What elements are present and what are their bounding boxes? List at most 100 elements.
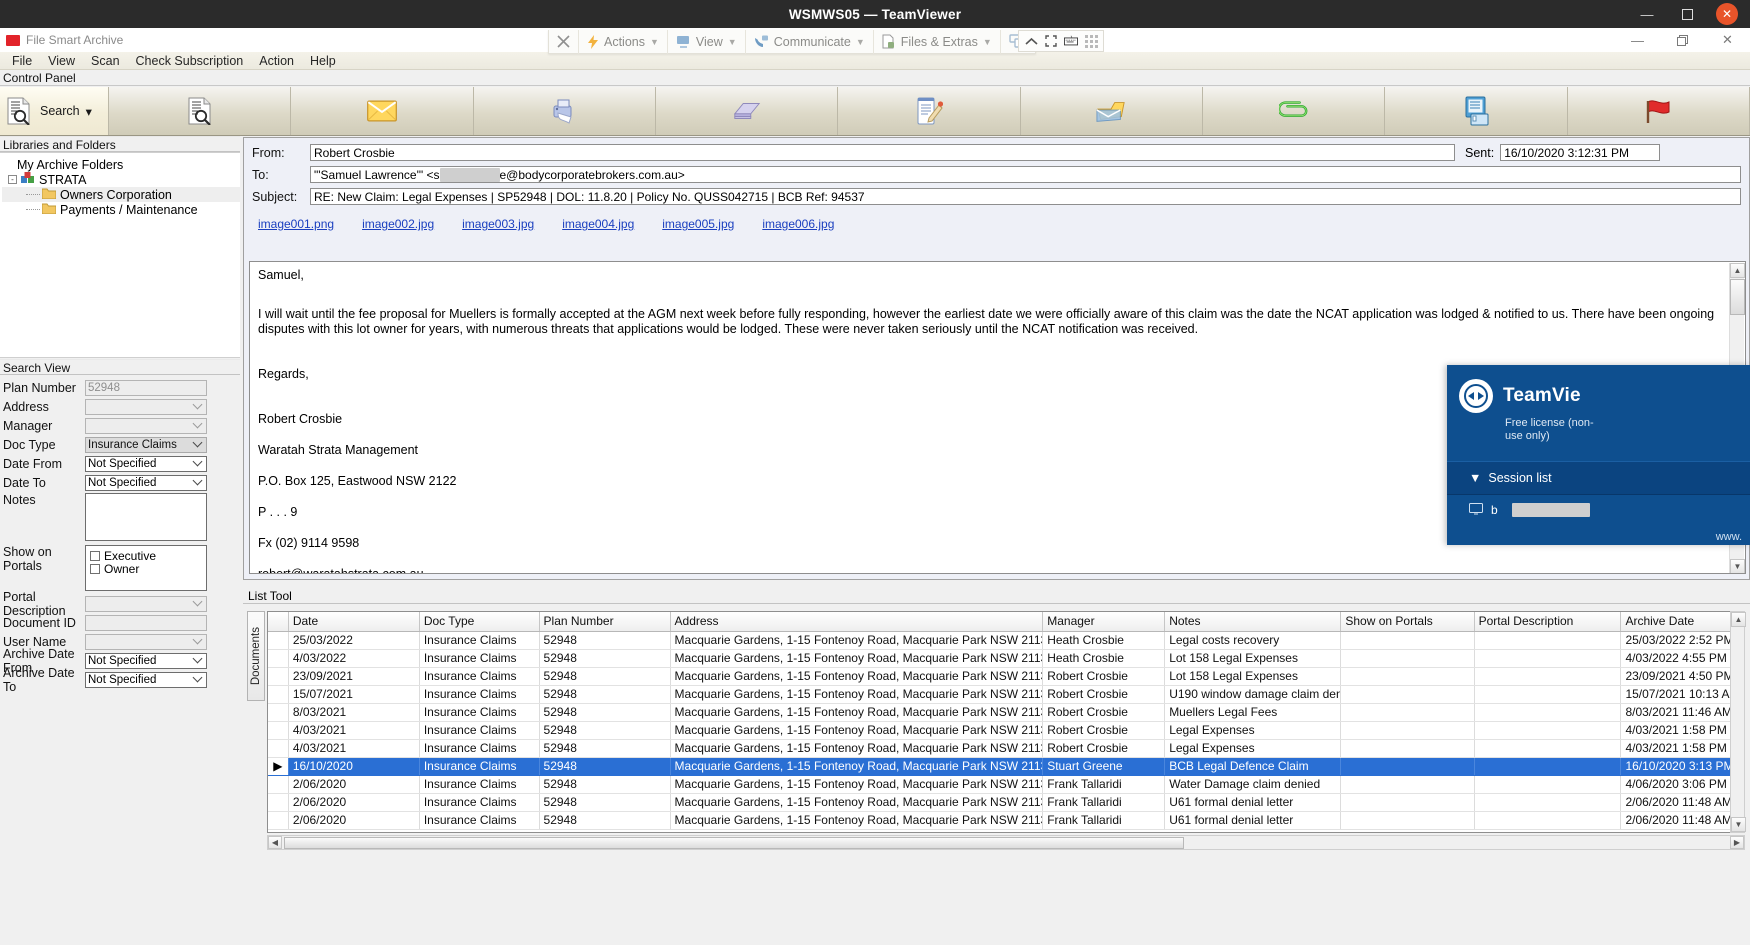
- table-row[interactable]: 8/03/2021 Insurance Claims 52948 Macquarie …: [268, 703, 1744, 722]
- attachment-link[interactable]: image003.jpg: [462, 217, 534, 231]
- checkbox-executive[interactable]: Executive: [90, 549, 206, 563]
- attachment-link[interactable]: image006.jpg: [762, 217, 834, 231]
- tv-files-extras-menu[interactable]: Files & Extras ▼: [874, 29, 1001, 54]
- email-to-field[interactable]: "'Samuel Lawrence'" <sxxxxxxxxxxe@bodyco…: [310, 166, 1741, 183]
- tv-communicate-menu[interactable]: Communicate ▼: [746, 29, 874, 54]
- col-date[interactable]: Date: [288, 612, 420, 632]
- checkbox-icon[interactable]: [90, 550, 100, 561]
- attachment-link[interactable]: image002.jpg: [362, 217, 434, 231]
- menu-help[interactable]: Help: [302, 52, 344, 70]
- date-to-select[interactable]: Not Specified: [85, 475, 207, 491]
- doc-search-button[interactable]: [109, 87, 292, 135]
- user-name-select[interactable]: [85, 634, 207, 650]
- scroll-right-button[interactable]: ▶: [1730, 836, 1744, 849]
- email-from-field[interactable]: Robert Crosbie: [310, 144, 1455, 161]
- manager-select[interactable]: [85, 418, 207, 434]
- address-select[interactable]: [85, 399, 207, 415]
- archive-date-from-select[interactable]: Not Specified: [85, 653, 207, 669]
- notes-textarea[interactable]: [85, 493, 207, 541]
- save-register-button[interactable]: [1385, 87, 1568, 135]
- col-marker[interactable]: [268, 612, 289, 632]
- edit-note-button[interactable]: [838, 87, 1021, 135]
- col-manager[interactable]: Manager: [1042, 612, 1166, 632]
- attachment-link[interactable]: image004.jpg: [562, 217, 634, 231]
- table-row[interactable]: ▶ 16/10/2020 Insurance Claims 52948 Macquari…: [268, 757, 1744, 776]
- scroll-down-button[interactable]: ▼: [1730, 559, 1745, 573]
- tv-actions-menu[interactable]: Actions ▼: [579, 29, 668, 54]
- scroll-thumb[interactable]: [284, 837, 1184, 849]
- table-row[interactable]: 2/06/2020 Insurance Claims 52948 Macquarie …: [268, 793, 1744, 812]
- documents-grid[interactable]: Date Doc Type Plan Number Address Manage…: [267, 611, 1745, 833]
- chevron-down-icon[interactable]: ▾: [86, 104, 92, 119]
- checkbox-owner[interactable]: Owner: [90, 562, 206, 576]
- portal-description-select[interactable]: [85, 596, 207, 612]
- archive-date-to-select[interactable]: Not Specified: [85, 672, 207, 688]
- date-from-select[interactable]: Not Specified: [85, 456, 207, 472]
- scan-button[interactable]: [655, 87, 839, 135]
- col-address[interactable]: Address: [670, 612, 1044, 632]
- scroll-up-button[interactable]: ▲: [1731, 612, 1746, 627]
- col-archive-date[interactable]: Archive Date: [1620, 612, 1744, 632]
- tv-maximize-button[interactable]: [1668, 0, 1706, 28]
- portals-checklist[interactable]: Executive Owner: [85, 545, 207, 591]
- expander-icon[interactable]: -: [8, 175, 17, 184]
- table-row[interactable]: 25/03/2022 Insurance Claims 52948 Macquarie…: [268, 631, 1744, 650]
- table-row[interactable]: 2/06/2020 Insurance Claims 52948 Macquarie …: [268, 775, 1744, 794]
- keyboard-icon[interactable]: [1064, 34, 1078, 48]
- menu-action[interactable]: Action: [251, 52, 302, 70]
- tv-close-session-button[interactable]: [549, 29, 579, 54]
- app-minimize-button[interactable]: —: [1615, 28, 1660, 52]
- tv-view-menu[interactable]: View ▼: [668, 29, 746, 54]
- teamviewer-session-entry[interactable]: b xxxxxxxxxxxxx: [1447, 495, 1750, 525]
- flag-button[interactable]: [1567, 87, 1750, 135]
- tv-close-button[interactable]: ✕: [1716, 3, 1738, 25]
- attachment-link[interactable]: image001.png: [258, 217, 334, 231]
- tree-item-owners-corporation[interactable]: Owners Corporation: [2, 187, 240, 202]
- table-row[interactable]: 4/03/2021 Insurance Claims 52948 Macquarie …: [268, 721, 1744, 740]
- menu-scan[interactable]: Scan: [83, 52, 128, 70]
- checkbox-icon[interactable]: [90, 563, 100, 574]
- documents-tab[interactable]: Documents: [247, 611, 265, 701]
- tree-item-payments-maintenance[interactable]: Payments / Maintenance: [2, 202, 240, 217]
- tv-minimize-button[interactable]: —: [1628, 0, 1666, 28]
- grid-horizontal-scrollbar[interactable]: ◀ ▶: [267, 835, 1745, 850]
- doc-type-select[interactable]: Insurance Claims: [85, 437, 207, 453]
- email-subject-field[interactable]: RE: New Claim: Legal Expenses | SP52948 …: [310, 188, 1741, 205]
- table-row[interactable]: 2/06/2020 Insurance Claims 52948 Macquarie …: [268, 811, 1744, 830]
- teamviewer-session-list-header[interactable]: ▼ Session list: [1447, 461, 1750, 495]
- scroll-up-button[interactable]: ▲: [1730, 263, 1745, 278]
- app-restore-button[interactable]: [1660, 28, 1705, 52]
- attachment-link[interactable]: image005.jpg: [662, 217, 734, 231]
- email-sent-field[interactable]: 16/10/2020 3:12:31 PM: [1500, 144, 1661, 161]
- col-doc-type[interactable]: Doc Type: [419, 612, 540, 632]
- scroll-down-button[interactable]: ▼: [1731, 817, 1746, 832]
- table-row[interactable]: 4/03/2022 Insurance Claims 52948 Macquarie …: [268, 649, 1744, 668]
- menu-file[interactable]: File: [4, 52, 40, 70]
- grid-icon[interactable]: [1084, 34, 1098, 48]
- menu-view[interactable]: View: [40, 52, 83, 70]
- plan-number-input[interactable]: 52948: [85, 380, 207, 396]
- col-portal-description[interactable]: Portal Description: [1474, 612, 1622, 632]
- table-row[interactable]: 23/09/2021 Insurance Claims 52948 Macquarie…: [268, 667, 1744, 686]
- col-show-on-portals[interactable]: Show on Portals: [1340, 612, 1475, 632]
- app-close-button[interactable]: ✕: [1705, 28, 1750, 52]
- col-notes[interactable]: Notes: [1164, 612, 1342, 632]
- scroll-left-button[interactable]: ◀: [268, 836, 282, 849]
- scroll-thumb[interactable]: [1730, 279, 1745, 315]
- menu-check-subscription[interactable]: Check Subscription: [128, 52, 252, 70]
- attachment-button[interactable]: [1202, 87, 1386, 135]
- folder-tree[interactable]: My Archive Folders - STRATA Owners Corpo…: [0, 152, 240, 358]
- col-plan-number[interactable]: Plan Number: [539, 612, 671, 632]
- grid-vertical-scrollbar[interactable]: ▲ ▼: [1730, 611, 1746, 833]
- tree-node-strata[interactable]: - STRATA: [2, 172, 240, 187]
- fullscreen-icon[interactable]: [1044, 34, 1058, 48]
- print-button[interactable]: [473, 87, 656, 135]
- table-row[interactable]: 15/07/2021 Insurance Claims 52948 Macquarie…: [268, 685, 1744, 704]
- table-row[interactable]: 4/03/2021 Insurance Claims 52948 Macquarie …: [268, 739, 1744, 758]
- document-id-input[interactable]: [85, 615, 207, 631]
- search-button[interactable]: Search ▾: [0, 87, 109, 135]
- outbox-button[interactable]: [1020, 87, 1203, 135]
- chevron-up-icon[interactable]: [1024, 34, 1038, 48]
- tree-root[interactable]: My Archive Folders: [2, 157, 240, 172]
- email-button[interactable]: [291, 87, 474, 135]
